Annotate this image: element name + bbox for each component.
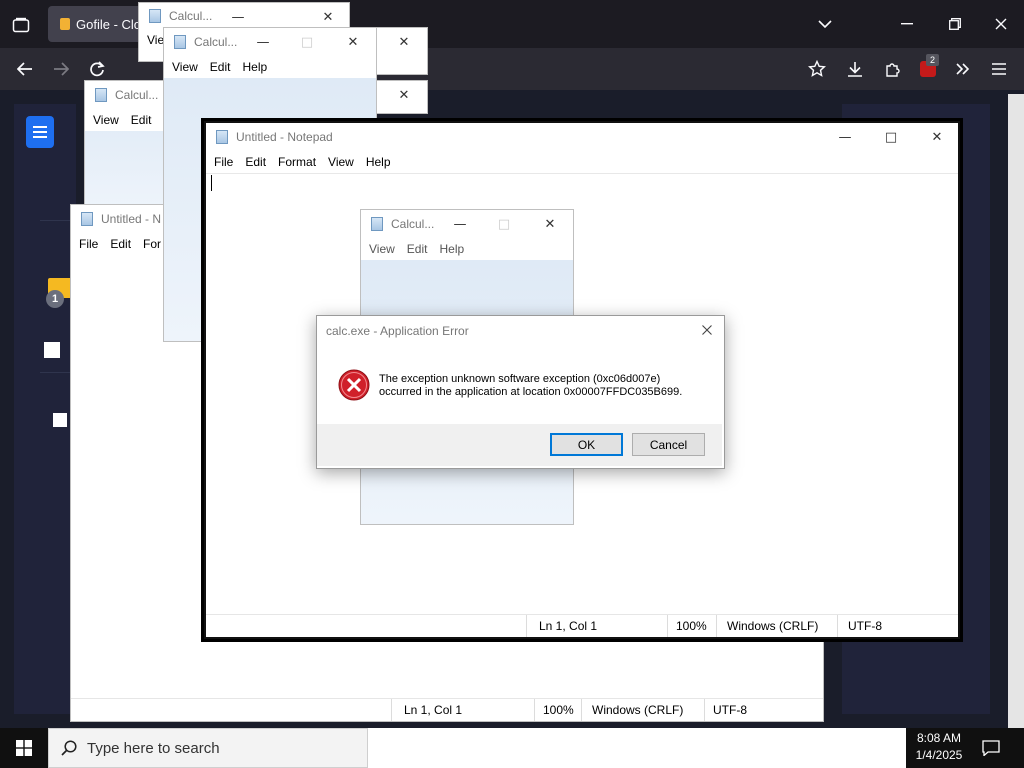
application-error-dialog[interactable]: calc.exe - Application Error The excepti…: [316, 315, 725, 469]
browser-tab-title: Gofile - Clo: [76, 16, 142, 32]
browser-tab[interactable]: Gofile - Clo: [48, 6, 144, 42]
window-title: Untitled - Notepad: [236, 130, 333, 144]
cursor-position: Ln 1, Col 1: [539, 619, 598, 633]
zoom-level: 100%: [543, 703, 574, 717]
taskbar-clock[interactable]: 8:08 AM 1/4/2025: [906, 730, 972, 766]
menu-file[interactable]: File: [208, 155, 239, 169]
calculator-app-icon: [371, 217, 383, 231]
window-title: Calcul...: [391, 217, 435, 231]
window-title: Calcul...: [115, 88, 159, 102]
page-sidebar-panel: [14, 104, 76, 714]
encoding: UTF-8: [713, 703, 747, 717]
status-bar: Ln 1, Col 1 100% Windows (CRLF) UTF-8: [206, 614, 958, 637]
folder-count-badge: 1: [46, 290, 64, 308]
window-title: Untitled - N: [101, 212, 162, 226]
error-icon: [338, 369, 370, 401]
menu-help[interactable]: Help: [360, 155, 397, 169]
calculator-app-icon: [95, 88, 107, 102]
clock-time: 8:08 AM: [916, 731, 962, 745]
extension-badge-count: 2: [926, 54, 939, 66]
maximize-icon: □: [497, 216, 511, 232]
cursor-position: Ln 1, Col 1: [404, 703, 463, 717]
sidebar-menu-icon[interactable]: [26, 116, 54, 148]
menu-view[interactable]: View: [363, 242, 401, 256]
row-checkbox[interactable]: [53, 413, 67, 427]
close-icon[interactable]: ✕: [330, 28, 376, 56]
zoom-level: 100%: [676, 619, 707, 633]
close-icon[interactable]: [693, 319, 721, 341]
dialog-title: calc.exe - Application Error: [326, 324, 469, 338]
menu-help[interactable]: Help: [433, 242, 470, 256]
menu-view[interactable]: View: [166, 60, 204, 74]
error-message: The exception unknown software exception…: [379, 373, 682, 399]
taskbar-search-box[interactable]: Type here to search: [48, 728, 368, 768]
menu-divider: [206, 173, 958, 174]
menu-edit[interactable]: Edit: [204, 60, 237, 74]
menu-edit[interactable]: Edit: [401, 242, 434, 256]
calculator-app-icon: [174, 35, 186, 49]
menu-help[interactable]: Help: [236, 60, 273, 74]
close-icon[interactable]: ✕: [914, 123, 958, 151]
calculator-window-2-edge[interactable]: ✕: [376, 27, 428, 75]
cancel-button[interactable]: Cancel: [632, 433, 705, 456]
calculator-app-icon: [149, 9, 161, 23]
menu-format[interactable]: Format: [272, 155, 322, 169]
notification-center-icon[interactable]: [978, 736, 1004, 760]
more-tools-chevrons-icon[interactable]: [950, 57, 976, 81]
line-ending: Windows (CRLF): [592, 703, 684, 717]
menu-edit[interactable]: Edit: [239, 155, 272, 169]
menu-view[interactable]: View: [87, 113, 125, 127]
window-title: Calcul...: [169, 9, 213, 23]
error-message-line-2: occurred in the application at location …: [379, 386, 683, 398]
menu-file[interactable]: File: [73, 237, 104, 251]
maximize-icon[interactable]: □: [868, 123, 914, 151]
maximize-icon: □: [300, 34, 314, 50]
clock-date: 1/4/2025: [915, 748, 963, 762]
list-all-tabs-chevron-icon[interactable]: [814, 12, 836, 36]
close-icon[interactable]: ✕: [381, 81, 427, 109]
status-bar: Ln 1, Col 1 100% Windows (CRLF) UTF-8: [71, 698, 823, 721]
browser-restore-icon[interactable]: [942, 12, 968, 36]
menu-view[interactable]: View: [322, 155, 360, 169]
calculator-window-3-edge[interactable]: ✕: [376, 80, 428, 114]
extensions-puzzle-icon[interactable]: [880, 57, 906, 81]
error-message-line-1: The exception unknown software exception…: [379, 373, 661, 385]
ok-button[interactable]: OK: [550, 433, 623, 456]
minimize-icon[interactable]: —: [437, 210, 483, 238]
minimize-icon[interactable]: —: [240, 28, 286, 56]
gofile-favicon-icon: [60, 18, 70, 30]
encoding: UTF-8: [848, 619, 882, 633]
window-title: Calcul...: [194, 35, 238, 49]
close-icon[interactable]: ✕: [381, 28, 427, 56]
notepad-app-icon: [81, 212, 93, 226]
reload-icon[interactable]: [84, 57, 110, 81]
minimize-icon[interactable]: —: [822, 123, 868, 151]
hamburger-menu-icon[interactable]: [986, 57, 1012, 81]
tab-overview-icon[interactable]: [8, 12, 34, 38]
notepad-app-icon: [216, 130, 228, 144]
taskbar-app-area: [368, 728, 906, 768]
downloads-icon[interactable]: [842, 57, 868, 81]
line-ending: Windows (CRLF): [727, 619, 819, 633]
menu-view[interactable]: Vie: [147, 33, 164, 47]
browser-close-icon[interactable]: [988, 12, 1014, 36]
menu-edit[interactable]: Edit: [125, 113, 158, 127]
bookmark-star-icon[interactable]: [804, 57, 830, 81]
browser-minimize-icon[interactable]: [894, 12, 920, 36]
back-arrow-icon[interactable]: [12, 57, 38, 81]
forward-arrow-icon[interactable]: [48, 57, 74, 81]
search-placeholder: Type here to search: [87, 739, 220, 757]
search-icon: [61, 740, 77, 756]
select-checkbox[interactable]: [44, 342, 60, 358]
windows-start-icon[interactable]: [0, 728, 48, 768]
menu-edit[interactable]: Edit: [104, 237, 137, 251]
close-icon[interactable]: ✕: [527, 210, 573, 238]
page-scrollbar[interactable]: [1008, 94, 1024, 728]
